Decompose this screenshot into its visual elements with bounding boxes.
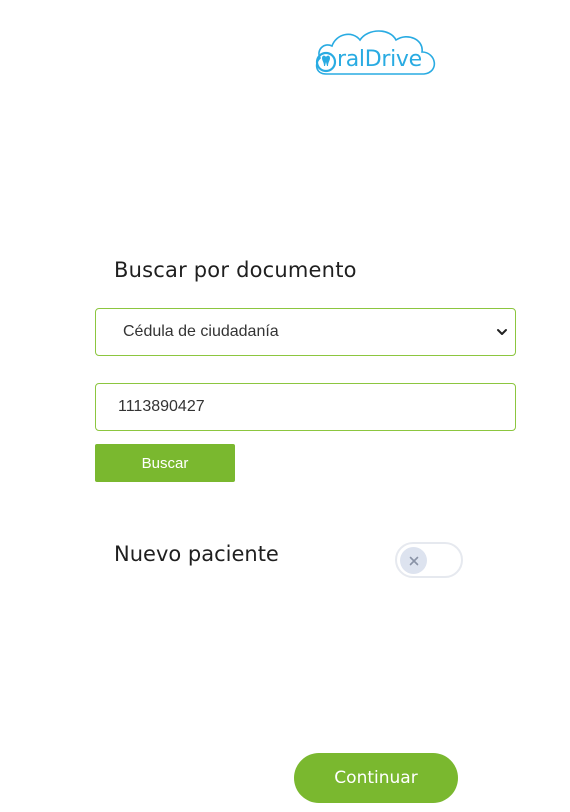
new-patient-toggle[interactable] bbox=[395, 542, 463, 578]
continue-button[interactable]: Continuar bbox=[294, 753, 458, 803]
page: ralDrive Buscar por documento Cédula de … bbox=[0, 0, 570, 812]
document-number-input[interactable] bbox=[95, 383, 516, 431]
search-button[interactable]: Buscar bbox=[95, 444, 235, 482]
document-type-select[interactable]: Cédula de ciudadanía bbox=[95, 308, 516, 356]
close-icon bbox=[409, 556, 418, 565]
logo-text: ralDrive bbox=[337, 47, 422, 72]
toggle-knob bbox=[400, 547, 427, 574]
search-section-title: Buscar por documento bbox=[114, 258, 357, 282]
document-type-value: Cédula de ciudadanía bbox=[123, 323, 279, 340]
new-patient-label: Nuevo paciente bbox=[114, 542, 279, 566]
oraldrive-logo: ralDrive bbox=[312, 26, 440, 80]
chevron-down-icon bbox=[497, 329, 507, 335]
